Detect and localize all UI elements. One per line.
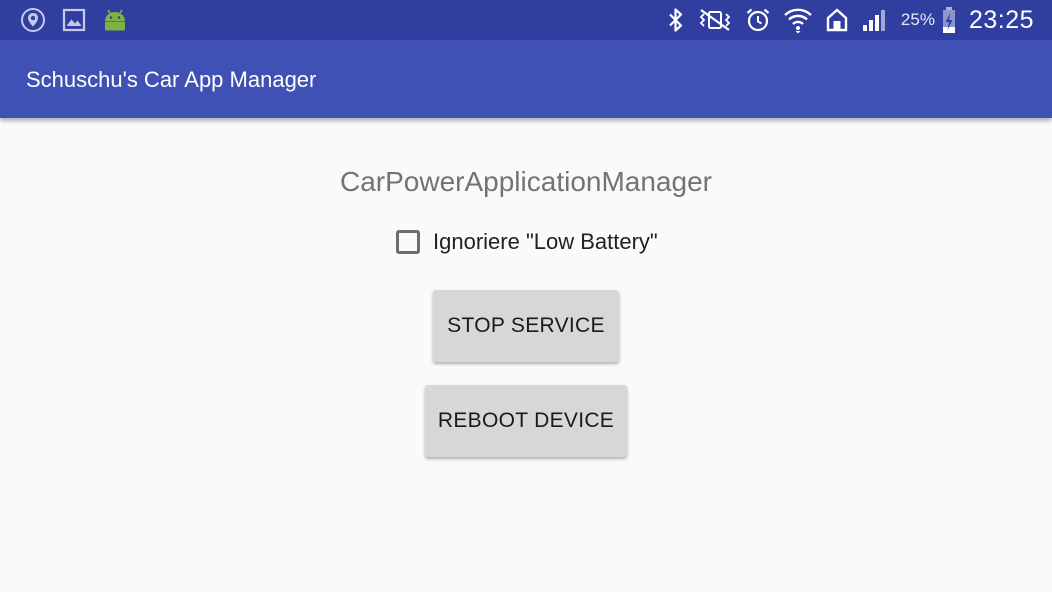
app-title: Schuschu's Car App Manager [26, 67, 317, 92]
status-system-icons: 25% 23:25 [667, 5, 1034, 35]
status-bar: 25% 23:25 [0, 0, 1052, 40]
ignore-low-battery-checkbox-row[interactable]: Ignoriere "Low Battery" [396, 229, 658, 255]
app-bar: Schuschu's Car App Manager [0, 40, 1052, 118]
main-content: CarPowerApplicationManager Ignoriere "Lo… [0, 118, 1052, 592]
signal-icon [861, 7, 889, 33]
alarm-icon [745, 7, 771, 33]
android-icon [102, 8, 128, 32]
ignore-low-battery-label[interactable]: Ignoriere "Low Battery" [433, 229, 658, 255]
page-heading: CarPowerApplicationManager [340, 166, 712, 197]
battery-charging-icon [941, 6, 957, 34]
bluetooth-icon [667, 7, 685, 33]
vibrate-mute-icon [697, 7, 733, 33]
status-notification-icons [20, 7, 128, 33]
image-icon [62, 8, 86, 32]
battery-percent: 25% [900, 10, 935, 29]
ignore-low-battery-checkbox[interactable] [396, 230, 420, 254]
stop-service-button[interactable]: STOP SERVICE [433, 290, 619, 362]
home-icon [825, 7, 849, 33]
shield-location-icon [20, 7, 46, 33]
status-clock: 23:25 [968, 5, 1034, 34]
reboot-device-button[interactable]: REBOOT DEVICE [425, 385, 627, 457]
wifi-icon [783, 6, 813, 34]
